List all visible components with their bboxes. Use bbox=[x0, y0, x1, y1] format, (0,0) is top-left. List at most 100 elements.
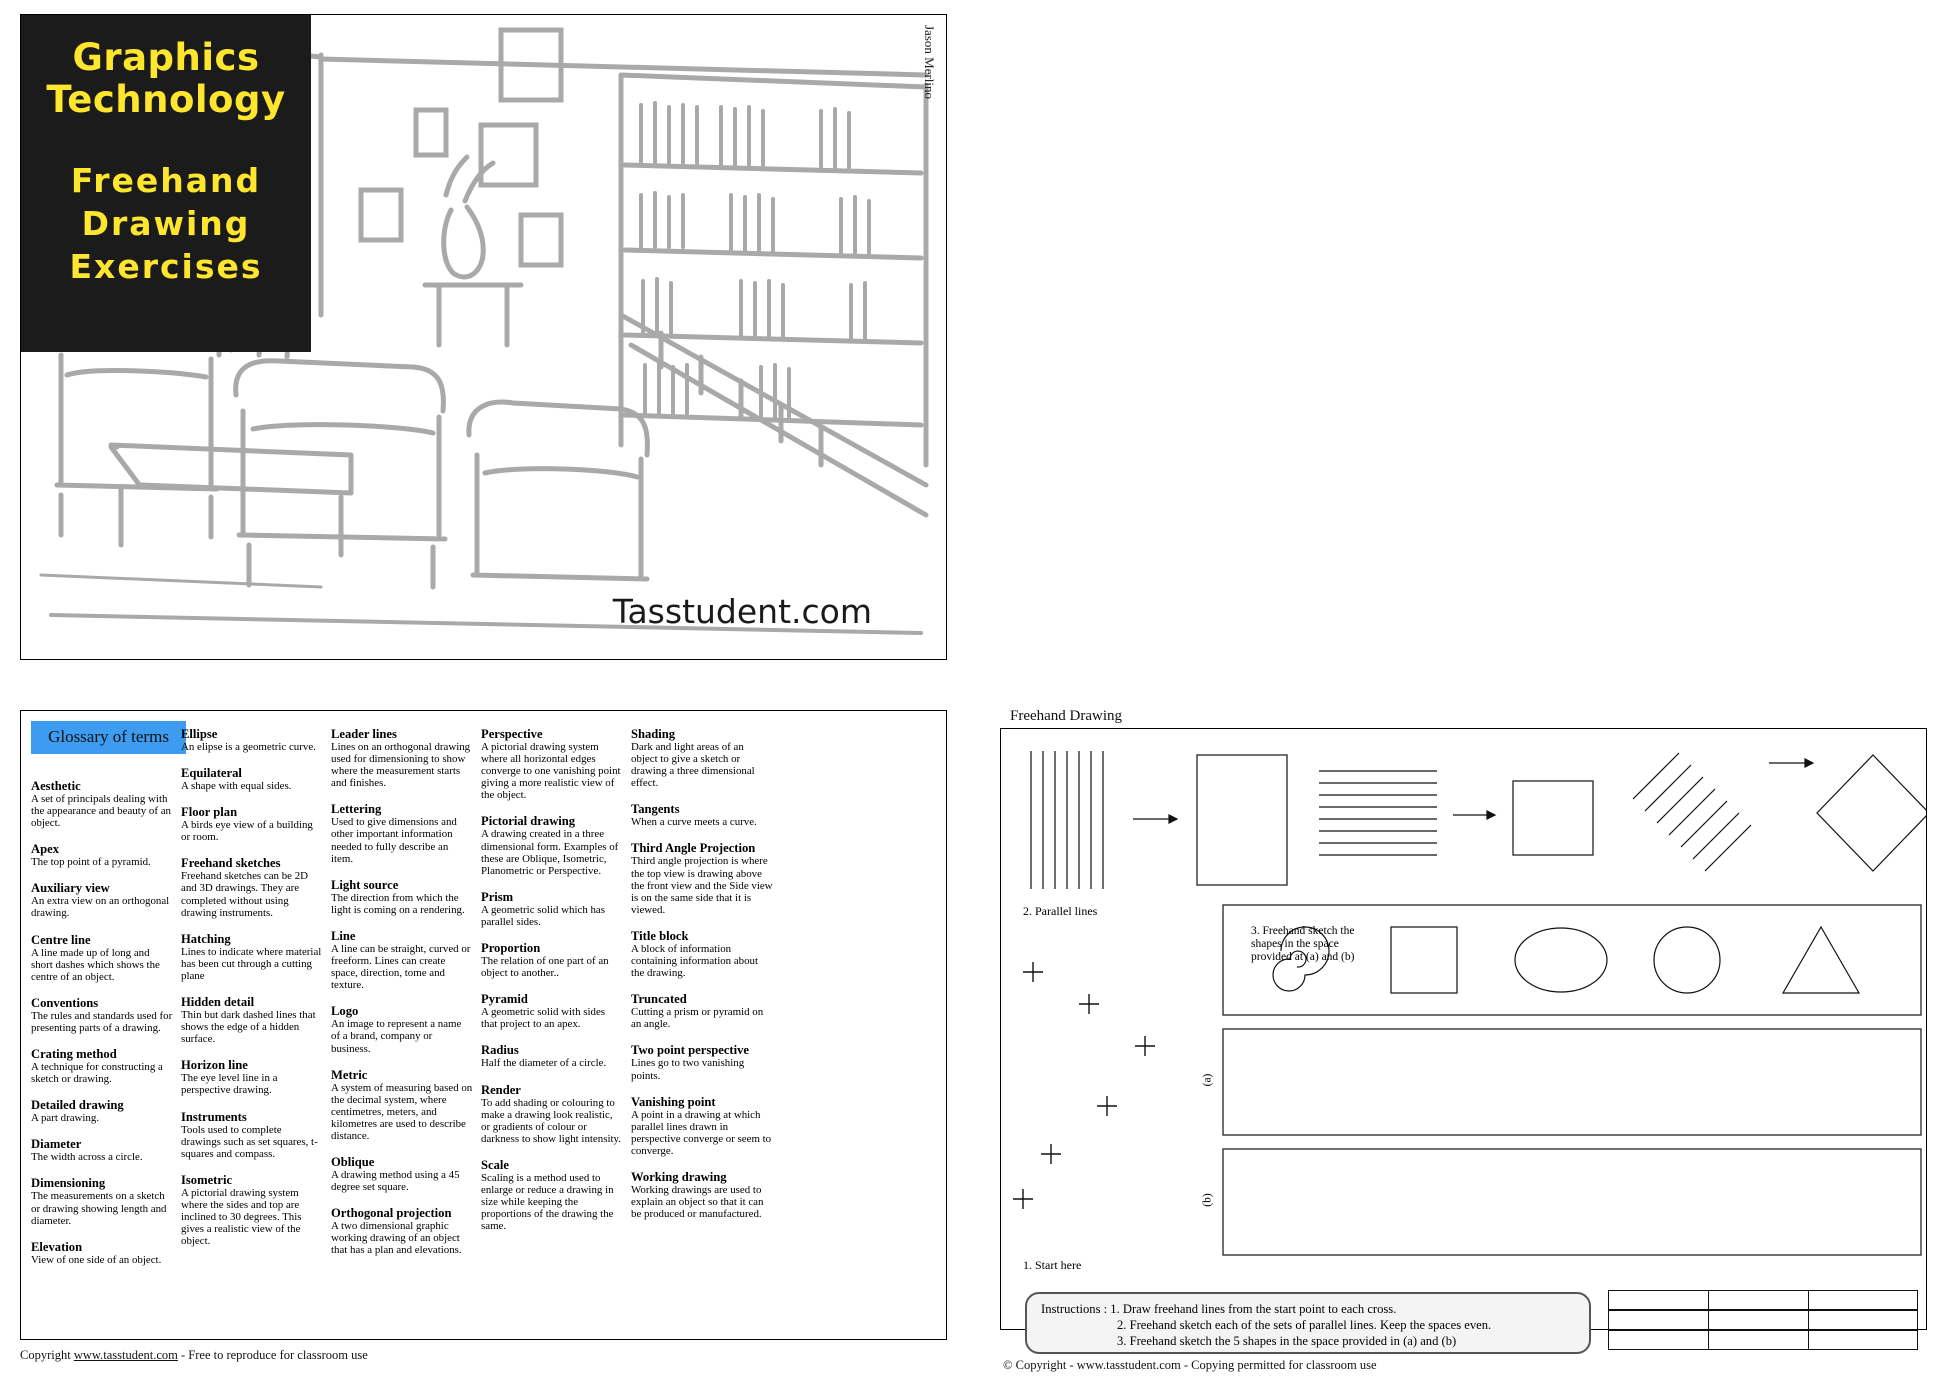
glossary-column: Perspective A pictorial drawing system wh… bbox=[481, 727, 631, 1266]
glossary-term: Lettering bbox=[331, 802, 382, 817]
glossary-term: Tangents bbox=[631, 802, 680, 817]
glossary-term: Ellipse bbox=[181, 727, 218, 741]
cover-watermark: Tasstudent.com bbox=[612, 592, 872, 631]
glossary-term: Horizon line bbox=[181, 1058, 248, 1073]
glossary-term: Shading bbox=[631, 727, 676, 741]
glossary-definition: A line can be straight, curved or freefo… bbox=[331, 942, 471, 992]
worksheet-figures: 2. Parallel lines 1. Start here ​ bbox=[1013, 751, 1930, 1272]
glossary-definition: A pictorial drawing system where all hor… bbox=[481, 741, 621, 802]
glossary-definition: Lines go to two vanishing points. bbox=[631, 1057, 745, 1082]
footer-prefix: Copyright bbox=[20, 1348, 74, 1362]
cover-title-line2: Drawing bbox=[81, 204, 251, 243]
glossary-term: Apex bbox=[31, 842, 59, 857]
glossary-definition: A technique for constructing a sketch or… bbox=[31, 1061, 163, 1086]
glossary-term: Truncated bbox=[631, 992, 687, 1007]
glossary-definition: Half the diameter of a circle. bbox=[481, 1057, 607, 1070]
glossary-definition: When a curve meets a curve. bbox=[631, 816, 757, 829]
glossary-term: Diameter bbox=[31, 1137, 82, 1152]
glossary-definition: An elipse is a geometric curve. bbox=[181, 741, 316, 753]
glossary-term: Aesthetic bbox=[31, 779, 81, 793]
cover-page: Graphics Technology Freehand Drawing Exe… bbox=[20, 14, 947, 660]
glossary-term: Scale bbox=[481, 1157, 509, 1172]
glossary-term: Third Angle Projection bbox=[631, 841, 756, 856]
cover-title-line3: Exercises bbox=[69, 247, 263, 286]
label-freehand-sketch-shapes: 3. Freehand sketch the shapes in the spa… bbox=[1251, 925, 1355, 963]
glossary-definition: The measurements on a sketch or drawing … bbox=[31, 1190, 167, 1227]
glossary-definition: Lines on an orthogonal drawing used for … bbox=[331, 741, 471, 790]
instruction-3: 3. Freehand sketch the 5 shapes in the s… bbox=[1117, 1334, 1457, 1348]
worksheet-footer: © Copyright - www.tasstudent.com - Copyi… bbox=[1003, 1358, 1377, 1372]
glossary-term: Hatching bbox=[181, 931, 231, 946]
instruction-1: 1. Draw freehand lines from the start po… bbox=[1110, 1302, 1397, 1316]
glossary-definition: A line made up of long and short dashes … bbox=[31, 946, 160, 983]
glossary-definition: The top point of a pyramid. bbox=[31, 856, 151, 869]
glossary-definition: A birds eye view of a building or room. bbox=[181, 819, 313, 844]
glossary-term: Line bbox=[331, 928, 356, 943]
glossary-page: Glossary of terms Aesthetic A set of prin… bbox=[20, 710, 947, 1340]
glossary-term: Light source bbox=[331, 877, 399, 892]
glossary-definition: A block of information containing inform… bbox=[631, 942, 759, 980]
glossary-definition: Dark and light areas of an object to giv… bbox=[631, 741, 755, 790]
glossary-term: Detailed drawing bbox=[31, 1098, 124, 1113]
glossary-definition: Thin but dark dashed lines that shows th… bbox=[181, 1009, 316, 1046]
footer-link[interactable]: www.tasstudent.com bbox=[74, 1348, 178, 1362]
glossary-definition: A shape with equal sides. bbox=[181, 780, 292, 793]
glossary-term: Auxiliary view bbox=[31, 881, 110, 896]
glossary-definition: Working drawings are used to explain an … bbox=[631, 1183, 764, 1221]
glossary-column: Aesthetic A set of principals dealing wit… bbox=[31, 727, 181, 1266]
glossary-definition: Freehand sketches can be 2D and 3D drawi… bbox=[181, 870, 309, 919]
glossary-definition: Lines to indicate where material has bee… bbox=[181, 945, 322, 982]
glossary-term: Perspective bbox=[481, 727, 543, 741]
glossary-definition: An extra view on an orthogonal drawing. bbox=[31, 895, 170, 920]
glossary-term: Title block bbox=[631, 928, 689, 943]
glossary-term: Metric bbox=[331, 1067, 368, 1082]
glossary-definition: To add shading or colouring to make a dr… bbox=[481, 1096, 621, 1145]
glossary-term: Conventions bbox=[31, 995, 99, 1010]
cover-title-block: Graphics Technology Freehand Drawing Exe… bbox=[21, 15, 311, 352]
glossary-definition: Scaling is a method used to enlarge or r… bbox=[481, 1171, 614, 1233]
glossary-term: Elevation bbox=[31, 1239, 83, 1254]
worksheet-title-block bbox=[1608, 1290, 1918, 1350]
glossary-definition: A drawing method using a 45 degree set s… bbox=[331, 1169, 460, 1194]
glossary-definition: Third angle projection is where the top … bbox=[631, 855, 773, 916]
glossary-term: Radius bbox=[481, 1043, 519, 1058]
cover-title-line1: Freehand bbox=[70, 161, 262, 200]
glossary-term: Floor plan bbox=[181, 805, 238, 820]
glossary-term: Crating method bbox=[31, 1047, 117, 1062]
label-b: (b) bbox=[1201, 1193, 1214, 1207]
worksheet-sheet: 2. Parallel lines 1. Start here ​ 3. Fre… bbox=[1000, 728, 1930, 1330]
glossary-column: Shading Dark and light areas of an object… bbox=[631, 727, 781, 1266]
label-a: (a) bbox=[1201, 1073, 1214, 1087]
glossary-term: Instruments bbox=[181, 1109, 247, 1124]
glossary-definition: An image to represent a name of a brand,… bbox=[331, 1018, 462, 1055]
glossary-definition: A drawing created in a three dimensional… bbox=[481, 828, 619, 877]
label-parallel-lines: 2. Parallel lines bbox=[1023, 904, 1098, 918]
cover-subject-line2: Technology bbox=[46, 78, 286, 121]
cover-subject-line1: Graphics bbox=[72, 36, 260, 79]
glossary-definition: Tools used to complete drawings such as … bbox=[181, 1123, 318, 1160]
glossary-definition: A point in a drawing at which parallel l… bbox=[631, 1108, 772, 1157]
glossary-term: Vanishing point bbox=[631, 1094, 716, 1109]
glossary-definition: View of one side of an object. bbox=[31, 1253, 162, 1266]
glossary-term: Hidden detail bbox=[181, 995, 255, 1010]
glossary-term: Proportion bbox=[481, 941, 541, 956]
glossary-definition: The direction from which the light is co… bbox=[331, 891, 465, 916]
glossary-term: Logo bbox=[331, 1004, 359, 1019]
resources-panel: Freehand drawing Resources Contents List… bbox=[971, 0, 1942, 694]
glossary-definition: A two dimensional graphic working drawin… bbox=[331, 1220, 462, 1257]
glossary-term: Dimensioning bbox=[31, 1176, 106, 1191]
document-page: Graphics Technology Freehand Drawing Exe… bbox=[0, 0, 1942, 1388]
glossary-term: Working drawing bbox=[631, 1169, 727, 1184]
glossary-term: Orthogonal projection bbox=[331, 1206, 452, 1221]
label-start-here: 1. Start here bbox=[1023, 1258, 1081, 1272]
glossary-term: Isometric bbox=[181, 1172, 233, 1187]
glossary-definition: A set of principals dealing with the app… bbox=[31, 793, 171, 830]
instructions-heading: Instructions : bbox=[1041, 1302, 1108, 1316]
glossary-column: Ellipse An elipse is a geometric curve. Eq… bbox=[181, 727, 331, 1266]
glossary-term: Prism bbox=[481, 889, 514, 904]
glossary-definition: A geometric solid with sides that projec… bbox=[481, 1006, 606, 1031]
glossary-term: Equilateral bbox=[181, 766, 242, 781]
glossary-definition: A geometric solid which has parallel sid… bbox=[481, 903, 606, 928]
glossary-definition: A part drawing. bbox=[31, 1112, 100, 1125]
glossary-term: Leader lines bbox=[331, 727, 397, 741]
